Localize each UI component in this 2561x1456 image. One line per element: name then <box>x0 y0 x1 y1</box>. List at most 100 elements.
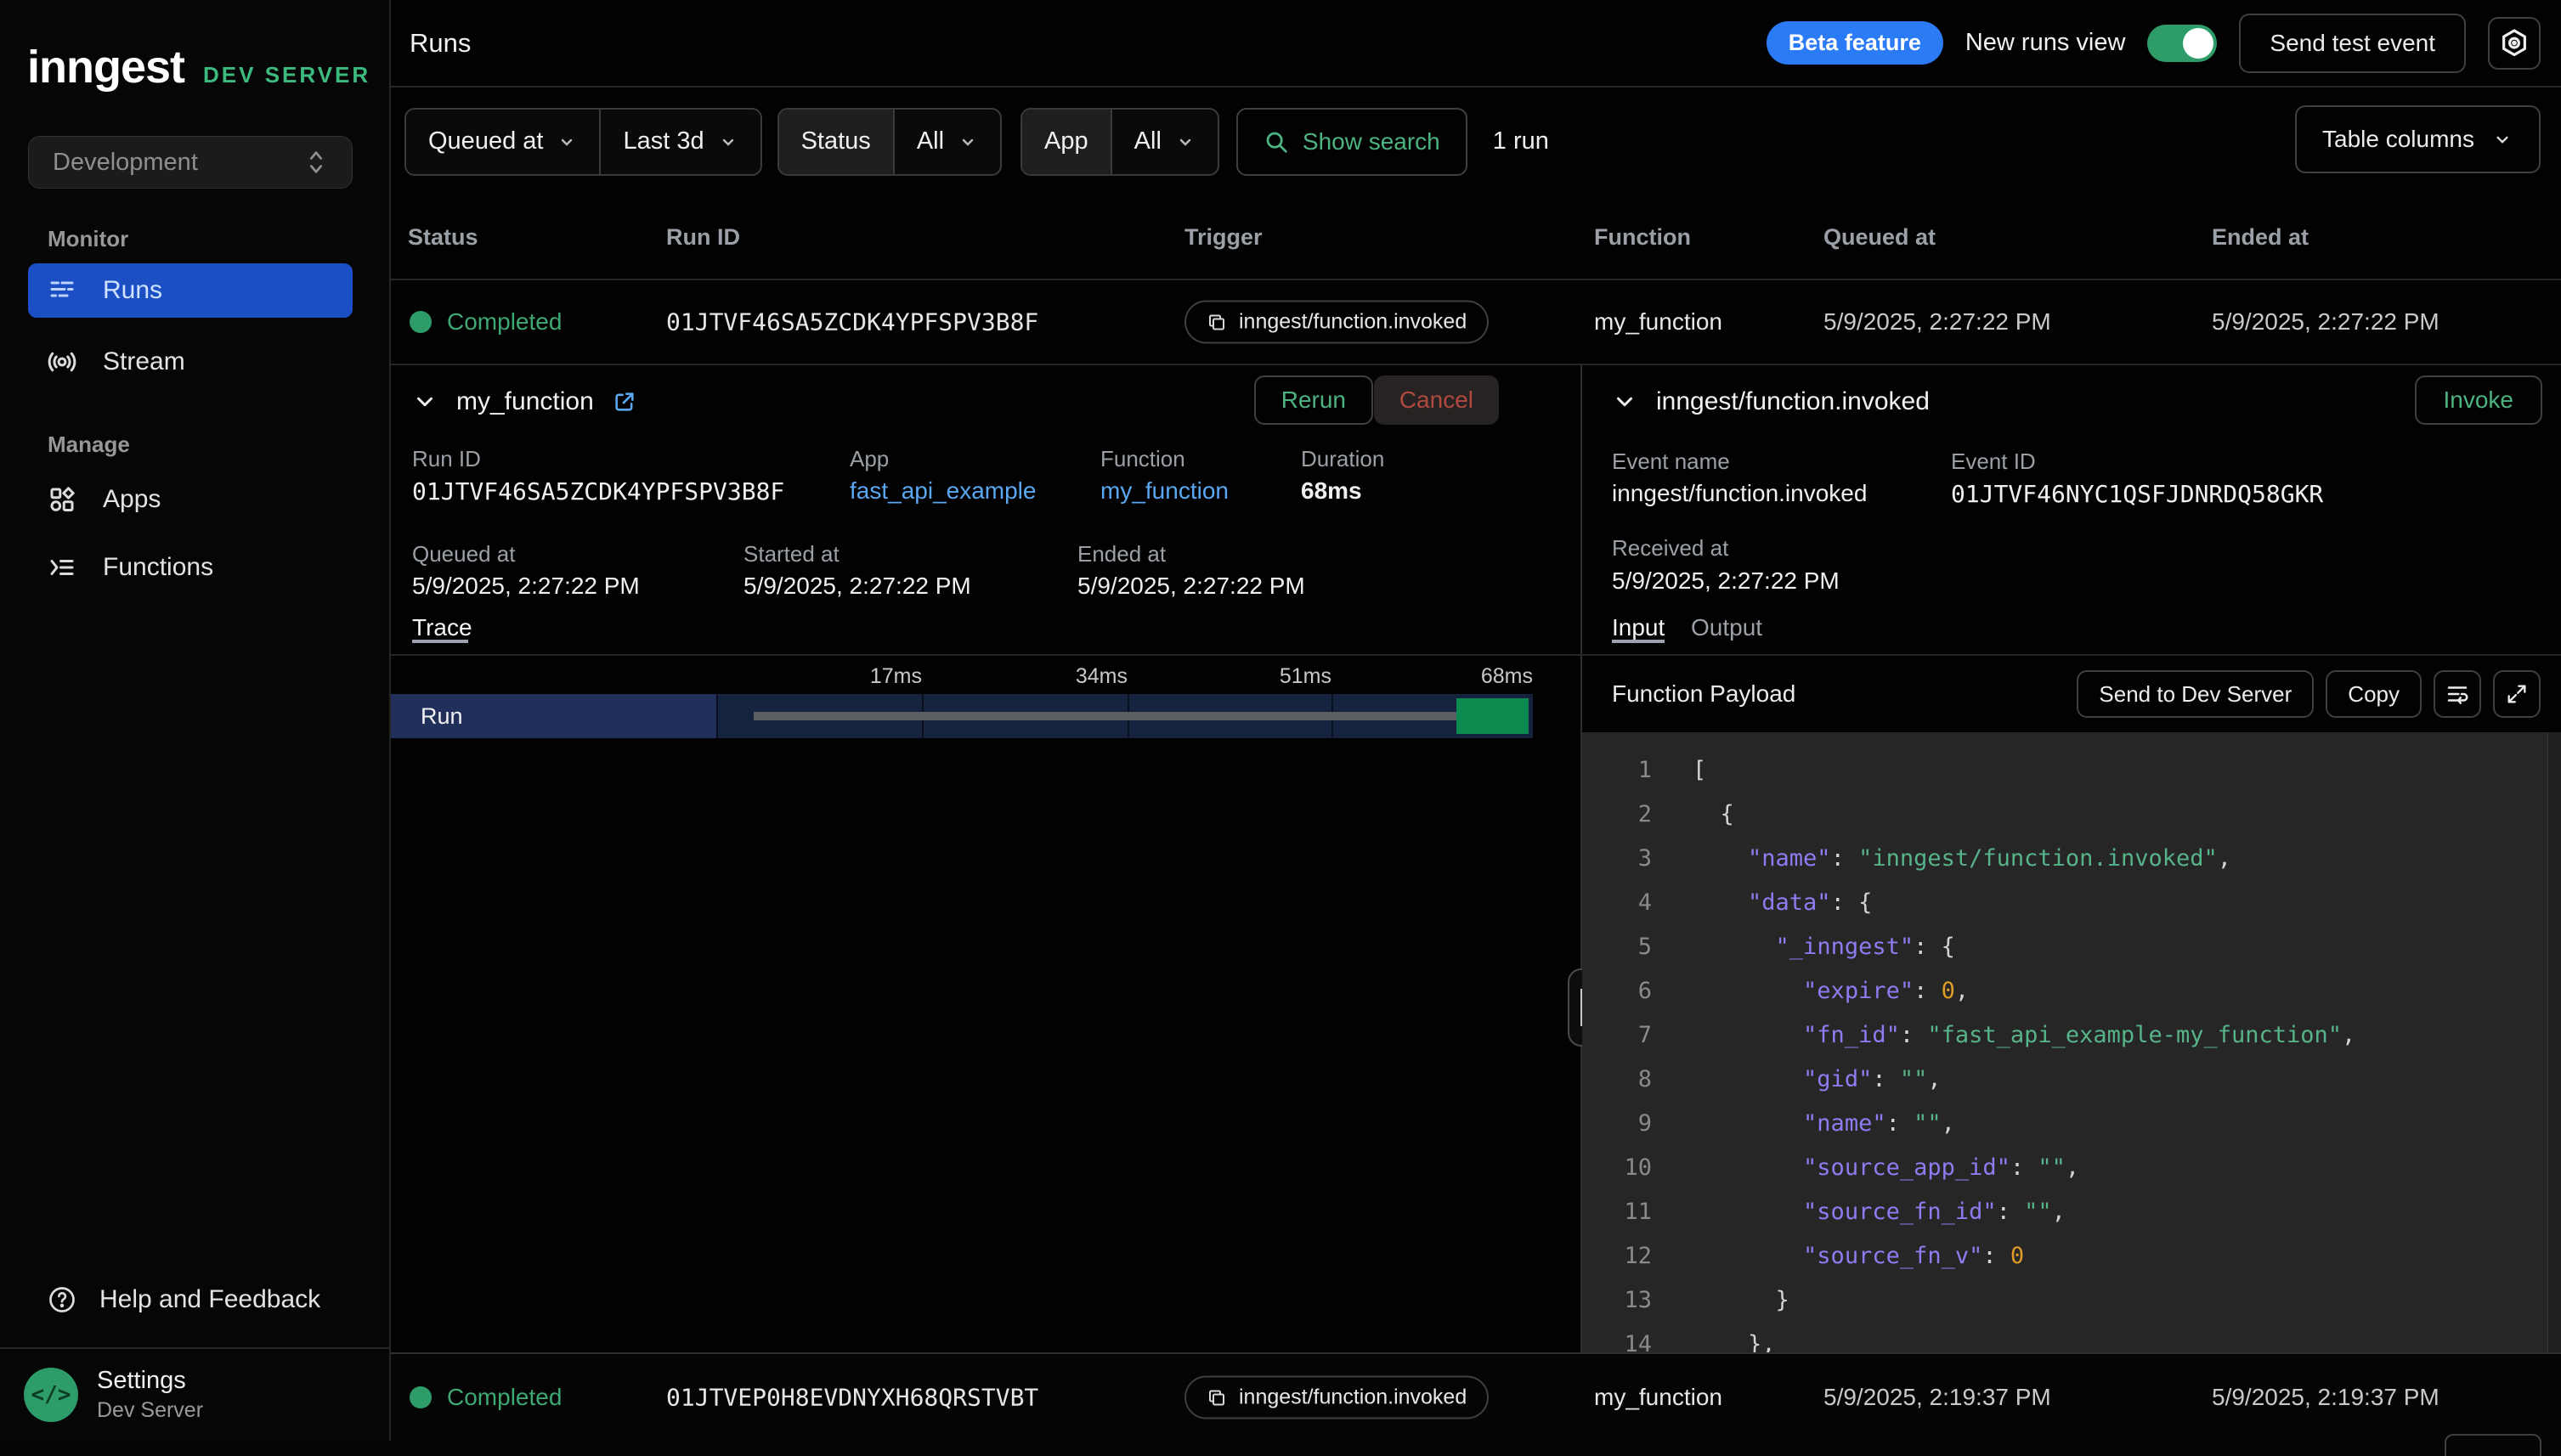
show-search-label: Show search <box>1303 128 1440 155</box>
function-link[interactable]: my_function <box>1100 477 1229 505</box>
inngest-logo: inngest <box>27 41 184 93</box>
sidebar-item-label: Stream <box>103 347 185 376</box>
environment-select[interactable]: Development <box>28 136 353 189</box>
event-name-value: inngest/function.invoked <box>1612 480 1867 507</box>
trace-tick: 51ms <box>1250 664 1331 689</box>
payload-code-editor[interactable]: 1[2 {3 "name": "inngest/function.invoked… <box>1582 732 2561 1352</box>
external-link-icon[interactable] <box>613 390 636 414</box>
sidebar-item-functions[interactable]: Functions <box>28 540 353 595</box>
beta-feature-badge: Beta feature <box>1767 21 1943 65</box>
col-header-status: Status <box>408 224 478 251</box>
app-logo: inngest DEV SERVER <box>27 41 370 93</box>
queued-at-value: 5/9/2025, 2:27:22 PM <box>412 573 640 600</box>
time-range-select[interactable]: Last 3d <box>599 110 760 174</box>
time-field-select[interactable]: Queued at <box>406 110 599 174</box>
help-label: Help and Feedback <box>99 1285 320 1314</box>
invoke-button[interactable]: Invoke <box>2415 375 2543 425</box>
queued-at: 5/9/2025, 2:19:37 PM <box>1823 1384 2051 1411</box>
col-header-ended: Ended at <box>2212 224 2309 251</box>
chevron-down-icon[interactable] <box>412 389 438 415</box>
code-line: 10 "source_app_id": "", <box>1582 1145 2561 1189</box>
app-filter-select[interactable]: All <box>1111 110 1218 174</box>
send-to-dev-server-button[interactable]: Send to Dev Server <box>2077 670 2314 718</box>
function-name: my_function <box>1594 1384 1722 1411</box>
app-link[interactable]: fast_api_example <box>850 477 1036 505</box>
dev-server-settings-button[interactable] <box>2488 17 2541 70</box>
status-dot <box>410 311 432 333</box>
code-line: 14 }, <box>1582 1322 2561 1352</box>
sidebar-item-apps[interactable]: Apps <box>28 472 353 527</box>
started-at-value: 5/9/2025, 2:27:22 PM <box>743 573 971 600</box>
status-dot <box>410 1386 432 1408</box>
manage-section-label: Manage <box>48 432 130 458</box>
event-id-label: Event ID <box>1951 449 2036 475</box>
app-label: App <box>850 446 889 472</box>
ended-at: 5/9/2025, 2:19:37 PM <box>2212 1384 2439 1411</box>
ended-at-label: Ended at <box>1077 541 1166 567</box>
chevron-down-icon[interactable] <box>1612 389 1637 415</box>
trace-duration-bar <box>754 712 1456 720</box>
chevron-down-icon <box>718 132 738 152</box>
active-tab-underline <box>1612 640 1665 643</box>
toggle-knob <box>2183 28 2213 59</box>
run-id-value: 01JTVF46SA5ZCDK4YPFSPV3B8F <box>412 477 784 505</box>
run-function-title: my_function <box>456 387 594 416</box>
app-filter: App All <box>1020 108 1219 176</box>
settings-entry[interactable]: </> Settings Dev Server <box>0 1347 389 1441</box>
code-line: 8 "gid": "", <box>1582 1057 2561 1101</box>
tab-trace[interactable]: Trace <box>412 614 468 641</box>
sidebar-item-label: Functions <box>103 553 213 582</box>
function-name: my_function <box>1594 308 1722 336</box>
new-runs-view-toggle[interactable] <box>2147 25 2217 62</box>
trace-span-row[interactable]: Run <box>391 694 1533 738</box>
copy-icon <box>1207 1387 1227 1408</box>
code-scrollbar[interactable] <box>2547 732 2561 1352</box>
copy-button[interactable]: Copy <box>2326 670 2422 718</box>
expanded-run-panel: my_function Rerun Cancel Run ID 01JTVF46… <box>391 365 2561 1352</box>
rerun-button[interactable]: Rerun <box>1254 375 1373 425</box>
tab-input[interactable]: Input <box>1612 614 1665 641</box>
event-title: inngest/function.invoked <box>1656 387 1930 416</box>
code-line: 5 "_inngest": { <box>1582 924 2561 968</box>
trigger-name: inngest/function.invoked <box>1239 310 1467 335</box>
col-header-function: Function <box>1594 224 1691 251</box>
queued-at: 5/9/2025, 2:27:22 PM <box>1823 308 2051 336</box>
send-test-event-button[interactable]: Send test event <box>2239 14 2466 73</box>
run-id: 01JTVF46SA5ZCDK4YPFSPV3B8F <box>666 308 1038 336</box>
cancel-button[interactable]: Cancel <box>1374 375 1499 425</box>
sidebar-item-stream[interactable]: Stream <box>28 335 353 389</box>
chevron-updown-icon <box>304 148 328 177</box>
table-row[interactable]: Completed 01JTVF46SA5ZCDK4YPFSPV3B8F inn… <box>391 280 2561 365</box>
monitor-section-label: Monitor <box>48 226 128 252</box>
status-filter-label: Status <box>779 110 893 174</box>
run-id: 01JTVEP0H8EVDNYXH68QRSTVBT <box>666 1384 1038 1412</box>
trigger-name: inngest/function.invoked <box>1239 1385 1467 1410</box>
queued-at-label: Queued at <box>412 541 515 567</box>
trigger-badge[interactable]: inngest/function.invoked <box>1184 301 1489 344</box>
trace-step-block[interactable] <box>1456 698 1529 734</box>
trace-tick: 34ms <box>1046 664 1128 689</box>
time-field-value: Queued at <box>428 127 543 155</box>
trace-tick: 17ms <box>840 664 922 689</box>
table-row[interactable]: Completed 01JTVEP0H8EVDNYXH68QRSTVBT inn… <box>391 1352 2561 1441</box>
show-search-button[interactable]: Show search <box>1236 108 1467 176</box>
col-header-trigger: Trigger <box>1184 224 1263 251</box>
expand-payload-button[interactable] <box>2493 670 2541 718</box>
sidebar-item-runs[interactable]: Runs <box>28 263 353 318</box>
help-and-feedback[interactable]: Help and Feedback <box>28 1273 353 1327</box>
tab-output[interactable]: Output <box>1691 614 1762 641</box>
code-line: 2 { <box>1582 792 2561 836</box>
code-line: 1[ <box>1582 748 2561 792</box>
new-runs-view-label: New runs view <box>1965 29 2126 57</box>
trace-timeline <box>716 694 1533 738</box>
run-details-panel: my_function Rerun Cancel Run ID 01JTVF46… <box>391 365 1580 1352</box>
run-status: Completed <box>447 1384 562 1411</box>
table-columns-button[interactable]: Table columns <box>2295 105 2541 173</box>
col-header-run-id: Run ID <box>666 224 740 251</box>
wrap-lines-button[interactable] <box>2434 670 2481 718</box>
event-panel: inngest/function.invoked Invoke Event na… <box>1582 365 2561 1352</box>
status-filter-select[interactable]: All <box>893 110 1000 174</box>
trigger-badge[interactable]: inngest/function.invoked <box>1184 1376 1489 1419</box>
chevron-down-icon <box>1175 132 1196 152</box>
time-filter: Queued at Last 3d <box>404 108 762 176</box>
